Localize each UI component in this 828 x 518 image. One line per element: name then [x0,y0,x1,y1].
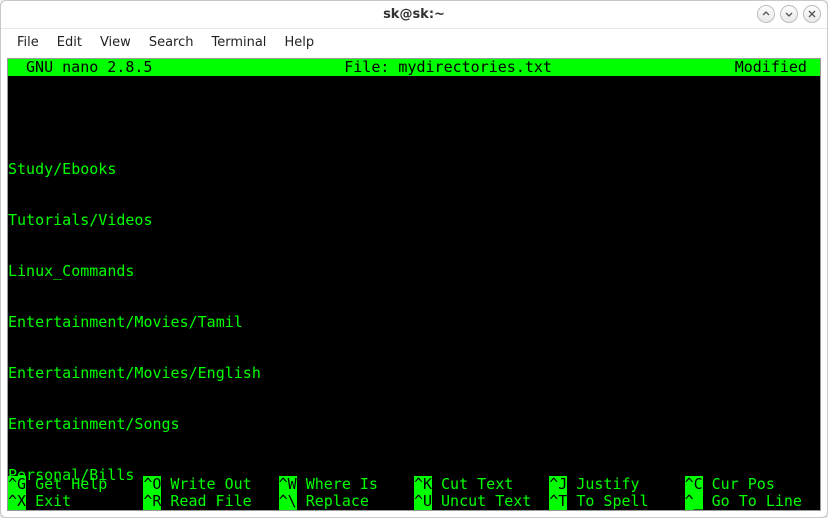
help-justify: ^J Justify [549,476,684,493]
editor-line: Entertainment/Songs [8,416,820,433]
help-go-to-line: ^_ Go To Line [685,493,820,510]
nano-help: ^G Get Help ^O Write Out ^W Where Is ^K … [8,476,820,510]
help-get-help: ^G Get Help [8,476,143,493]
help-row: ^X Exit ^R Read File ^\ Replace ^U Uncut… [8,493,820,510]
help-cur-pos: ^C Cur Pos [685,476,820,493]
menu-view[interactable]: View [92,32,139,53]
nano-modified: Modified [735,59,820,76]
help-replace: ^\ Replace [279,493,414,510]
close-button[interactable] [803,5,821,23]
help-row: ^G Get Help ^O Write Out ^W Where Is ^K … [8,476,820,493]
window-title: sk@sk:~ [383,7,445,22]
help-uncut-text: ^U Uncut Text [414,493,549,510]
nano-titlebar: GNU nano 2.8.5 File: mydirectories.txt M… [8,59,820,76]
menu-edit[interactable]: Edit [49,32,90,53]
terminal-window: sk@sk:~ File Edit View Search Terminal H… [0,0,828,518]
help-write-out: ^O Write Out [143,476,278,493]
titlebar: sk@sk:~ [1,1,827,29]
help-cut-text: ^K Cut Text [414,476,549,493]
menu-help[interactable]: Help [276,32,322,53]
editor-line: Tutorials/Videos [8,212,820,229]
nano-version: GNU nano 2.8.5 [8,59,162,76]
editor-line [8,110,820,127]
help-to-spell: ^T To Spell [549,493,684,510]
nano-filename: File: mydirectories.txt [162,59,735,76]
terminal-area[interactable]: GNU nano 2.8.5 File: mydirectories.txt M… [7,58,821,511]
help-read-file: ^R Read File [143,493,278,510]
nano-editor-body[interactable]: Study/Ebooks Tutorials/Videos Linux_Comm… [8,76,820,511]
editor-line: Entertainment/Movies/English [8,365,820,382]
editor-line: Linux_Commands [8,263,820,280]
editor-line: Study/Ebooks [8,161,820,178]
menubar: File Edit View Search Terminal Help [1,29,827,55]
help-where-is: ^W Where Is [279,476,414,493]
menu-search[interactable]: Search [141,32,202,53]
minimize-button[interactable] [757,5,775,23]
help-exit: ^X Exit [8,493,143,510]
menu-file[interactable]: File [9,32,47,53]
editor-line: Entertainment/Movies/Tamil [8,314,820,331]
titlebar-buttons [757,5,821,23]
maximize-button[interactable] [780,5,798,23]
menu-terminal[interactable]: Terminal [203,32,274,53]
